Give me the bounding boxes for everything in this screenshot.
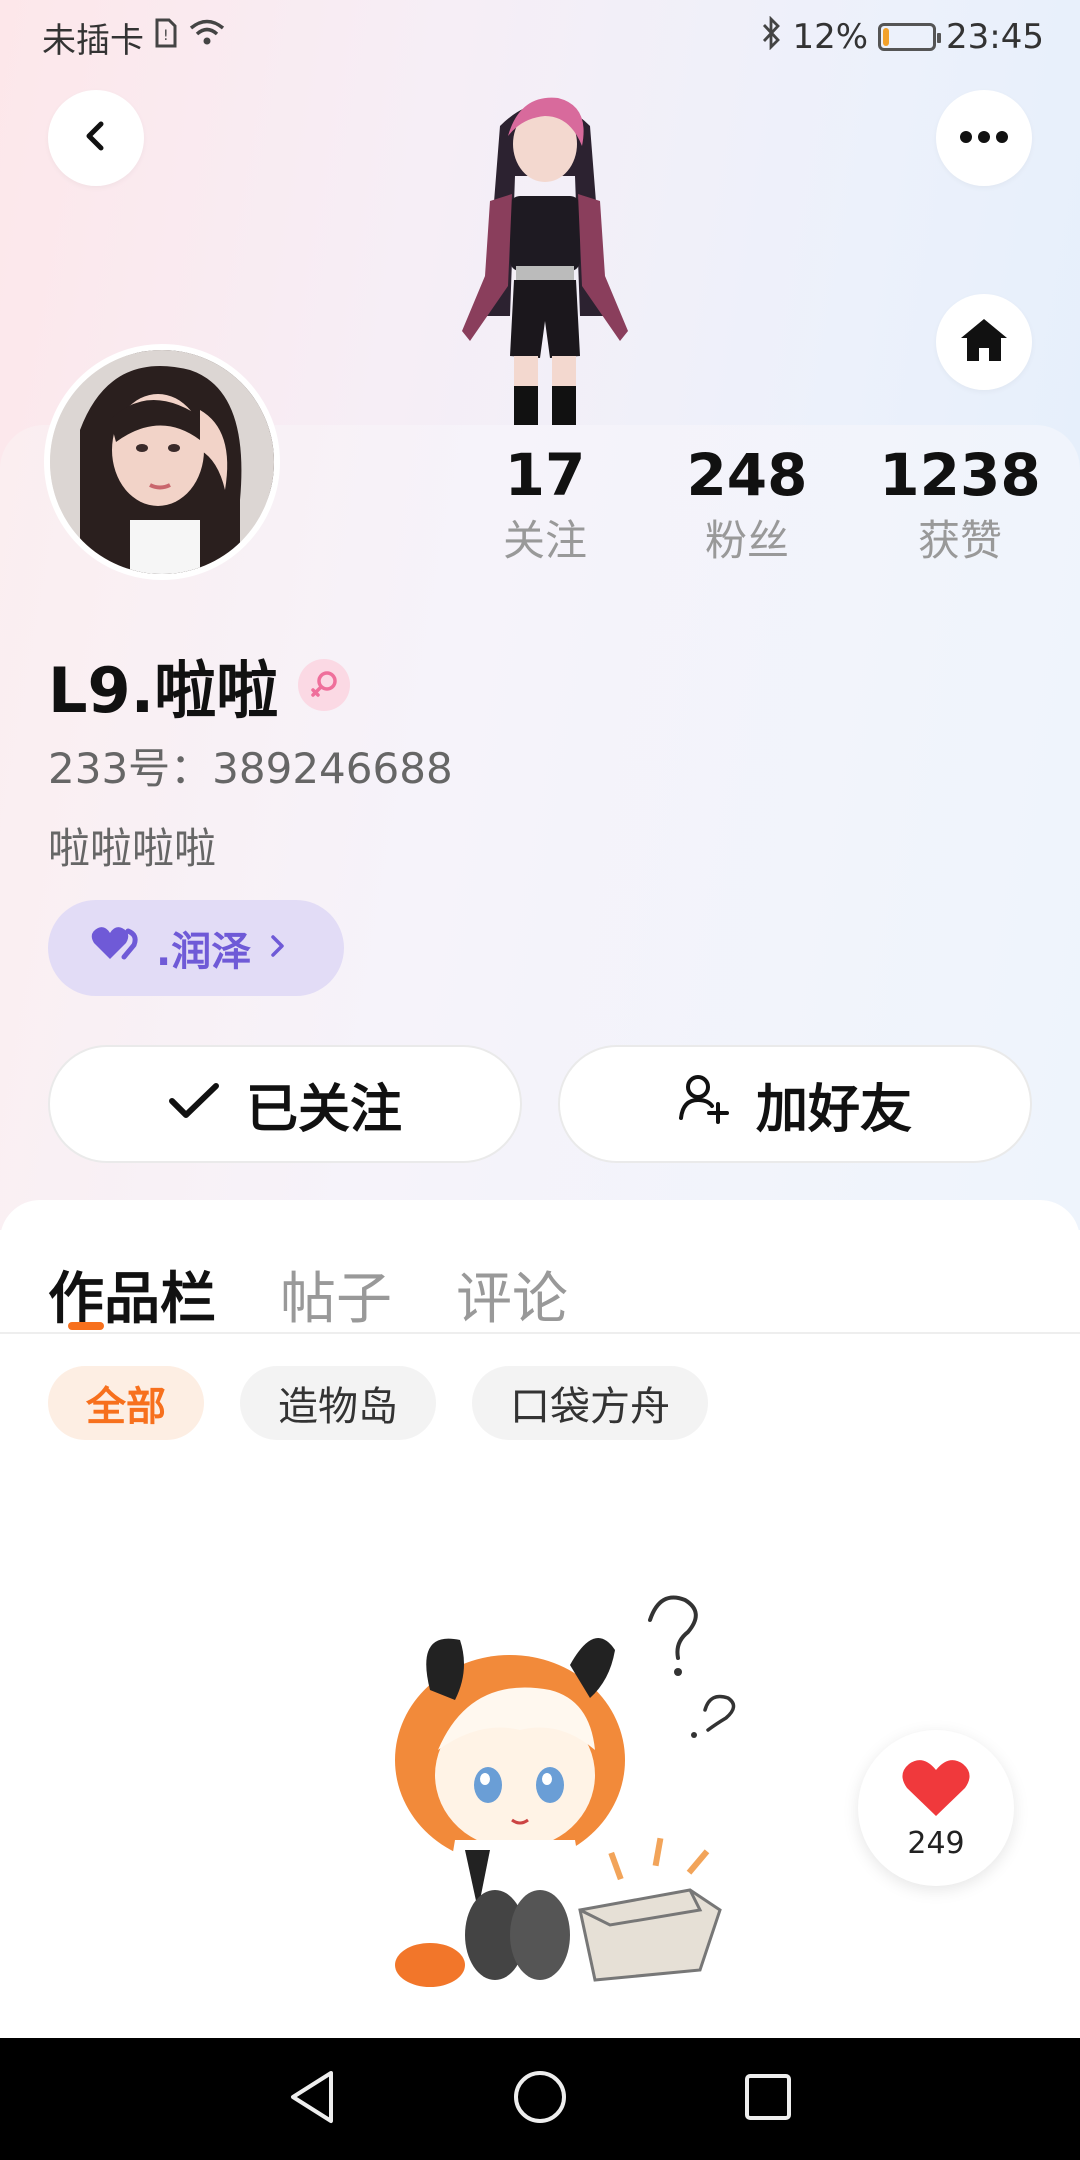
battery-icon xyxy=(878,23,942,51)
filter-zaowudao[interactable]: 造物岛 xyxy=(240,1366,436,1440)
home-button[interactable] xyxy=(936,294,1032,390)
following-button[interactable]: 已关注 xyxy=(48,1045,522,1163)
sim-icon: ! xyxy=(154,17,178,57)
avatar-3d-figure xyxy=(430,86,660,426)
bluetooth-icon xyxy=(760,15,782,59)
stat-following[interactable]: 17 关注 xyxy=(470,440,620,572)
heart-pair-icon xyxy=(90,923,140,973)
status-bar: 未插卡 ! 12% 23:45 xyxy=(0,0,1080,74)
stat-likes-label: 获赞 xyxy=(917,516,1002,565)
chevron-left-icon xyxy=(76,116,116,160)
user-avatar[interactable] xyxy=(44,344,280,580)
tab-divider xyxy=(0,1332,1080,1334)
back-button[interactable] xyxy=(48,90,144,186)
more-dots-icon xyxy=(959,129,1009,148)
add-friend-button-label: 加好友 xyxy=(755,1079,912,1140)
heart-icon xyxy=(901,1756,971,1822)
stat-followers[interactable]: 248 粉丝 xyxy=(672,440,822,572)
relationship-tag-label: .润泽 xyxy=(156,929,252,975)
empty-state-illustration xyxy=(360,1580,760,2000)
tab-indicator xyxy=(68,1322,104,1330)
battery-fill xyxy=(883,28,890,46)
stat-following-label: 关注 xyxy=(502,516,587,565)
following-button-label: 已关注 xyxy=(245,1079,402,1140)
nav-back-icon[interactable] xyxy=(287,2069,337,2129)
tab-bar: 作品栏 帖子 评论 xyxy=(48,1230,632,1340)
status-left: 未插卡 ! xyxy=(42,13,226,62)
stat-likes[interactable]: 1238 获赞 xyxy=(868,440,1052,572)
content-section: 作品栏 帖子 评论 全部 造物岛 口袋方舟 xyxy=(0,1200,1080,2040)
add-friend-button[interactable]: 加好友 xyxy=(558,1045,1032,1163)
wifi-icon xyxy=(188,17,226,57)
chevron-right-icon xyxy=(267,925,289,971)
like-count: 249 xyxy=(907,1825,965,1861)
tab-posts[interactable]: 帖子 xyxy=(280,1260,392,1340)
carrier-text: 未插卡 xyxy=(42,20,144,61)
nav-home-icon[interactable] xyxy=(512,2069,568,2129)
battery-percent: 12% xyxy=(792,17,869,57)
name-row: L9.啦啦 xyxy=(48,640,351,730)
nav-recents-icon[interactable] xyxy=(743,2072,793,2126)
filter-koudai-fangzhou[interactable]: 口袋方舟 xyxy=(472,1366,708,1440)
more-button[interactable] xyxy=(936,90,1032,186)
like-float-button[interactable]: 249 xyxy=(858,1730,1014,1886)
nickname: L9.啦啦 xyxy=(48,654,279,727)
check-icon xyxy=(168,1074,220,1134)
filter-all[interactable]: 全部 xyxy=(48,1366,204,1440)
status-right: 12% 23:45 xyxy=(760,15,1044,59)
svg-text:!: ! xyxy=(163,28,169,44)
tab-comments[interactable]: 评论 xyxy=(456,1260,568,1340)
system-nav-bar xyxy=(0,2038,1080,2160)
user-id: 233号：389246688 xyxy=(48,744,453,793)
filter-chips: 全部 造物岛 口袋方舟 xyxy=(48,1366,708,1440)
stat-followers-label: 粉丝 xyxy=(704,516,789,565)
clock-text: 23:45 xyxy=(946,17,1044,57)
stat-following-count: 17 xyxy=(504,441,586,509)
user-bio: 啦啦啦啦 xyxy=(48,824,217,873)
stat-followers-count: 248 xyxy=(686,441,808,509)
stat-likes-count: 1238 xyxy=(879,441,1041,509)
female-icon xyxy=(298,659,351,711)
home-icon xyxy=(958,316,1010,368)
add-user-icon xyxy=(678,1072,730,1137)
relationship-tag[interactable]: .润泽 xyxy=(48,900,344,996)
